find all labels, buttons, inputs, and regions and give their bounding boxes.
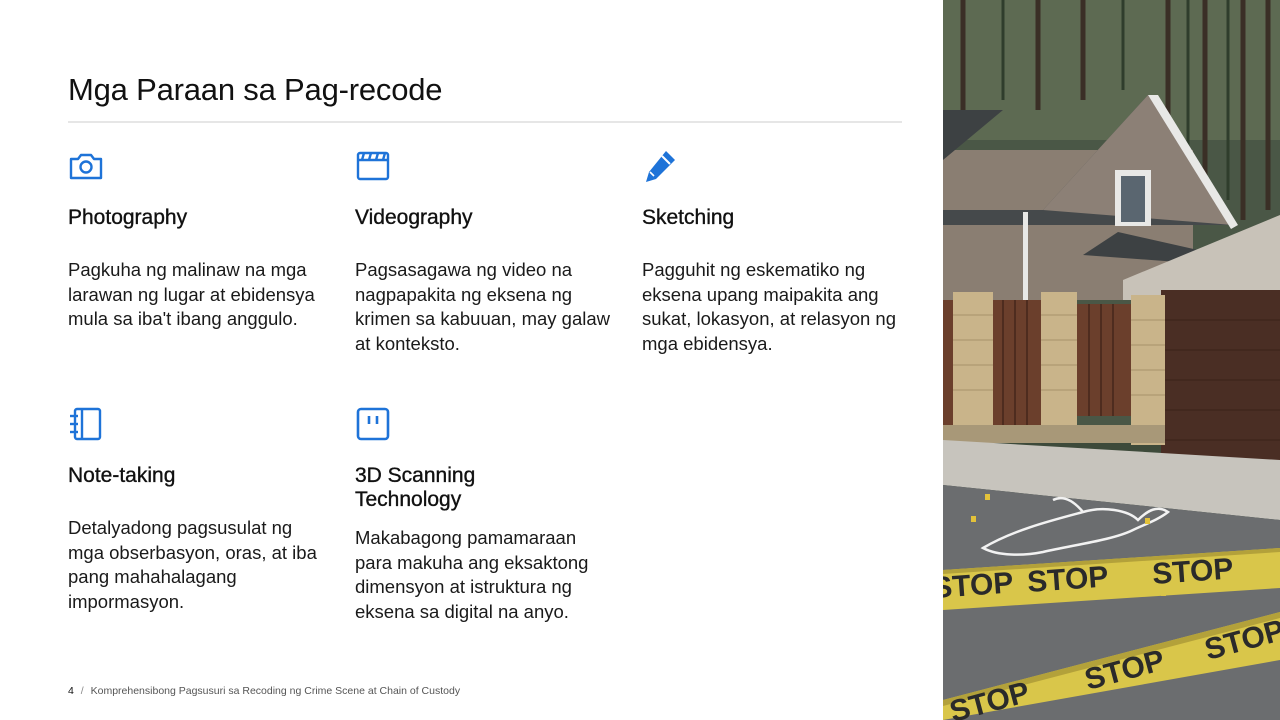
pause-square-icon	[355, 406, 391, 442]
tape-text: STOP	[1151, 552, 1234, 591]
footer-separator: /	[80, 685, 84, 697]
method-description: Pagguhit ng eskematiko ng eksena upang m…	[642, 259, 897, 354]
method-description: Makabagong pamamaraan para makuha ang ek…	[355, 527, 589, 622]
method-title: Videography	[355, 206, 473, 229]
notebook-icon	[68, 406, 104, 442]
slide-title: Mga Paraan sa Pag-recode	[68, 72, 443, 107]
pencil-icon	[642, 148, 678, 184]
footer-text: Komprehensibong Pagsusuri sa Recoding ng…	[90, 685, 461, 697]
method-description: Pagsasagawa ng video na nagpapakita ng e…	[355, 259, 611, 354]
method-title: Note-taking	[68, 464, 176, 487]
title-divider	[68, 121, 902, 123]
crime-scene-photo: STOP STOP STOP STOP STOP STOP	[943, 0, 1280, 720]
clapperboard-icon	[355, 148, 391, 184]
tape-text: STOP	[943, 566, 1014, 605]
tape-text: STOP	[1026, 560, 1109, 599]
method-title: Photography	[68, 206, 188, 229]
slide: Mga Paraan sa Pag-recode Photography Pag…	[0, 0, 1280, 720]
method-description: Detalyadong pagsusulat ng mga obserbasyo…	[68, 517, 317, 612]
method-title: Sketching	[642, 206, 735, 229]
method-description: Pagkuha ng malinaw na mga larawan ng lug…	[68, 259, 315, 329]
footer: 4 / Komprehensibong Pagsusuri sa Recodin…	[68, 685, 460, 697]
method-title: 3D Scanning Technology	[355, 464, 476, 511]
camera-icon	[68, 148, 104, 184]
page-number: 4	[68, 685, 74, 697]
